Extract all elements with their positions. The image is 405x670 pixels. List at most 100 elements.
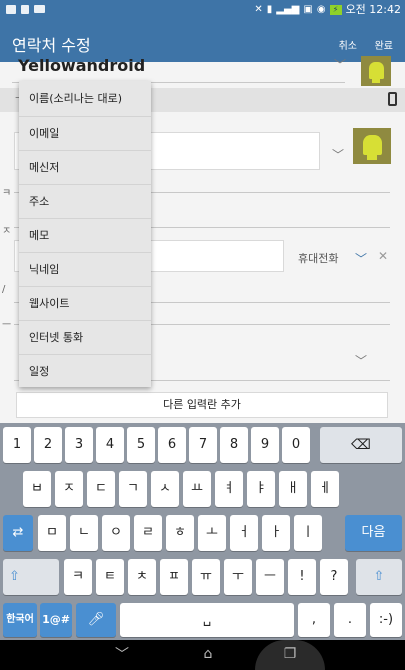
key-ieung[interactable]: ㅇ bbox=[102, 515, 130, 551]
location-icon: ◉ bbox=[316, 4, 326, 15]
group-chevron-icon[interactable]: ﹀ bbox=[332, 146, 344, 163]
android-icon bbox=[368, 62, 384, 79]
status-time: 오전 12:42 bbox=[345, 3, 401, 16]
android-photo-icon bbox=[362, 135, 382, 155]
key-hieut[interactable]: ㅎ bbox=[166, 515, 194, 551]
key-6[interactable]: 6 bbox=[158, 427, 186, 463]
shift-key[interactable]: ⇧ bbox=[3, 559, 59, 595]
shift-right-key[interactable]: ⇧ bbox=[356, 559, 402, 595]
dropdown-item-event[interactable]: 일정 bbox=[19, 355, 151, 389]
contact-photo[interactable] bbox=[353, 128, 391, 164]
next-key[interactable]: 다음 bbox=[345, 515, 402, 551]
dropdown-item-internet-call[interactable]: 인터넷 통화 bbox=[19, 321, 151, 355]
space-bar-icon: ␣ bbox=[202, 612, 212, 627]
comma-key[interactable]: , bbox=[298, 603, 330, 637]
key-eu[interactable]: ㅡ bbox=[256, 559, 284, 595]
key-3[interactable]: 3 bbox=[65, 427, 93, 463]
phone-type-chevron-icon[interactable]: ﹀ bbox=[355, 250, 367, 267]
key-mieum[interactable]: ㅁ bbox=[38, 515, 66, 551]
back-chevron-icon[interactable]: ﹀ bbox=[110, 644, 134, 664]
dropdown-item-email[interactable]: 이메일 bbox=[19, 117, 151, 151]
shift-right-icon: ⇧ bbox=[373, 569, 385, 584]
add-field-dropdown: 이름(소리나는 대로) 이메일 메신저 주소 메모 닉네임 웹사이트 인터넷 통… bbox=[19, 81, 151, 387]
dropdown-item-website[interactable]: 웹사이트 bbox=[19, 287, 151, 321]
dropdown-item-messenger[interactable]: 메신저 bbox=[19, 151, 151, 185]
page-title: 연락처 수정 bbox=[12, 36, 91, 55]
key-yeo[interactable]: ㅕ bbox=[215, 471, 243, 507]
smiley-key[interactable]: :-) bbox=[370, 603, 402, 637]
space-key[interactable]: ␣ bbox=[120, 603, 294, 637]
name-expand-chevron-icon[interactable]: ﹀ bbox=[334, 56, 346, 73]
key-jieut[interactable]: ㅈ bbox=[55, 471, 83, 507]
key-o[interactable]: ㅗ bbox=[198, 515, 226, 551]
key-ya[interactable]: ㅑ bbox=[247, 471, 275, 507]
navigation-bar: ﹀ ⌂ ❐ bbox=[0, 640, 405, 670]
section-chevron-icon[interactable]: ﹀ bbox=[355, 352, 367, 369]
remove-phone-icon[interactable]: ✕ bbox=[378, 249, 388, 263]
key-yo[interactable]: ㅛ bbox=[183, 471, 211, 507]
key-bieup[interactable]: ㅂ bbox=[23, 471, 51, 507]
language-key[interactable]: 한국어 bbox=[3, 603, 37, 637]
name-field[interactable]: Yellowandroid bbox=[18, 56, 145, 75]
phone-account-icon bbox=[388, 92, 397, 106]
key-u[interactable]: ㅜ bbox=[224, 559, 252, 595]
key-4[interactable]: 4 bbox=[96, 427, 124, 463]
battery-icon: ⚡ bbox=[329, 5, 342, 15]
key-a[interactable]: ㅏ bbox=[262, 515, 290, 551]
notification-icon bbox=[6, 5, 16, 14]
key-e[interactable]: ㅔ bbox=[311, 471, 339, 507]
key-2[interactable]: 2 bbox=[34, 427, 62, 463]
key-siot[interactable]: ㅅ bbox=[151, 471, 179, 507]
key-8[interactable]: 8 bbox=[220, 427, 248, 463]
dropdown-item-memo[interactable]: 메모 bbox=[19, 219, 151, 253]
swap-arrows-icon: ⇄ bbox=[12, 525, 24, 540]
status-bar: ✕ ▮ ▂▄▆ ▣ ◉ ⚡ 오전 12:42 bbox=[0, 0, 405, 22]
backspace-key[interactable]: ⌫ bbox=[320, 427, 402, 463]
key-pieup[interactable]: ㅍ bbox=[160, 559, 188, 595]
sd-card-icon: ▣ bbox=[303, 4, 313, 15]
signal-icon: ▂▄▆ bbox=[276, 4, 300, 15]
key-chieut[interactable]: ㅊ bbox=[128, 559, 156, 595]
backspace-icon: ⌫ bbox=[351, 437, 371, 453]
key-i[interactable]: ㅣ bbox=[294, 515, 322, 551]
shift-icon: ⇧ bbox=[9, 569, 20, 584]
key-7[interactable]: 7 bbox=[189, 427, 217, 463]
key-digeut[interactable]: ㄷ bbox=[87, 471, 115, 507]
cursor-move-key[interactable]: ⇄ bbox=[3, 515, 33, 551]
key-eo[interactable]: ㅓ bbox=[230, 515, 258, 551]
dropdown-item-address[interactable]: 주소 bbox=[19, 185, 151, 219]
document-icon bbox=[21, 5, 29, 14]
add-another-field-button[interactable]: 다른 입력란 추가 bbox=[16, 392, 388, 418]
microphone-icon: 🎤︎ bbox=[87, 612, 105, 627]
key-exclamation[interactable]: ! bbox=[288, 559, 316, 595]
message-icon bbox=[34, 5, 45, 13]
key-kieuk[interactable]: ㅋ bbox=[64, 559, 92, 595]
voice-input-key[interactable]: 🎤︎ bbox=[76, 603, 116, 637]
system-icons: ✕ ▮ ▂▄▆ ▣ ◉ ⚡ 오전 12:42 bbox=[254, 4, 401, 16]
key-9[interactable]: 9 bbox=[251, 427, 279, 463]
dropdown-item-nickname[interactable]: 닉네임 bbox=[19, 253, 151, 287]
key-0[interactable]: 0 bbox=[282, 427, 310, 463]
korean-keyboard: 1 2 3 4 5 6 7 8 9 0 ⌫ ㅂ ㅈ ㄷ ㄱ ㅅ ㅛ ㅕ ㅑ ㅐ … bbox=[0, 423, 405, 640]
key-tieut[interactable]: ㅌ bbox=[96, 559, 124, 595]
notification-icons bbox=[6, 5, 45, 14]
key-rieul[interactable]: ㄹ bbox=[134, 515, 162, 551]
key-giyeok[interactable]: ㄱ bbox=[119, 471, 147, 507]
period-key[interactable]: . bbox=[334, 603, 366, 637]
phone-type-label[interactable]: 휴대전화 bbox=[298, 250, 338, 266]
key-1[interactable]: 1 bbox=[3, 427, 31, 463]
done-button[interactable]: 완료 bbox=[375, 37, 393, 52]
contact-photo-thumbnail[interactable] bbox=[361, 56, 391, 86]
battery-saver-icon: ▮ bbox=[266, 4, 273, 15]
cancel-button[interactable]: 취소 bbox=[339, 37, 357, 52]
home-icon[interactable]: ⌂ bbox=[196, 646, 220, 662]
key-yu[interactable]: ㅠ bbox=[192, 559, 220, 595]
key-5[interactable]: 5 bbox=[127, 427, 155, 463]
key-ae[interactable]: ㅐ bbox=[279, 471, 307, 507]
dropdown-item-phonetic-name[interactable]: 이름(소리나는 대로) bbox=[19, 81, 151, 117]
symbols-key[interactable]: 1@# bbox=[40, 603, 72, 637]
recent-apps-icon[interactable]: ❐ bbox=[278, 646, 302, 662]
no-sim-icon: ✕ bbox=[254, 4, 263, 15]
key-nieun[interactable]: ㄴ bbox=[70, 515, 98, 551]
key-question[interactable]: ? bbox=[320, 559, 348, 595]
